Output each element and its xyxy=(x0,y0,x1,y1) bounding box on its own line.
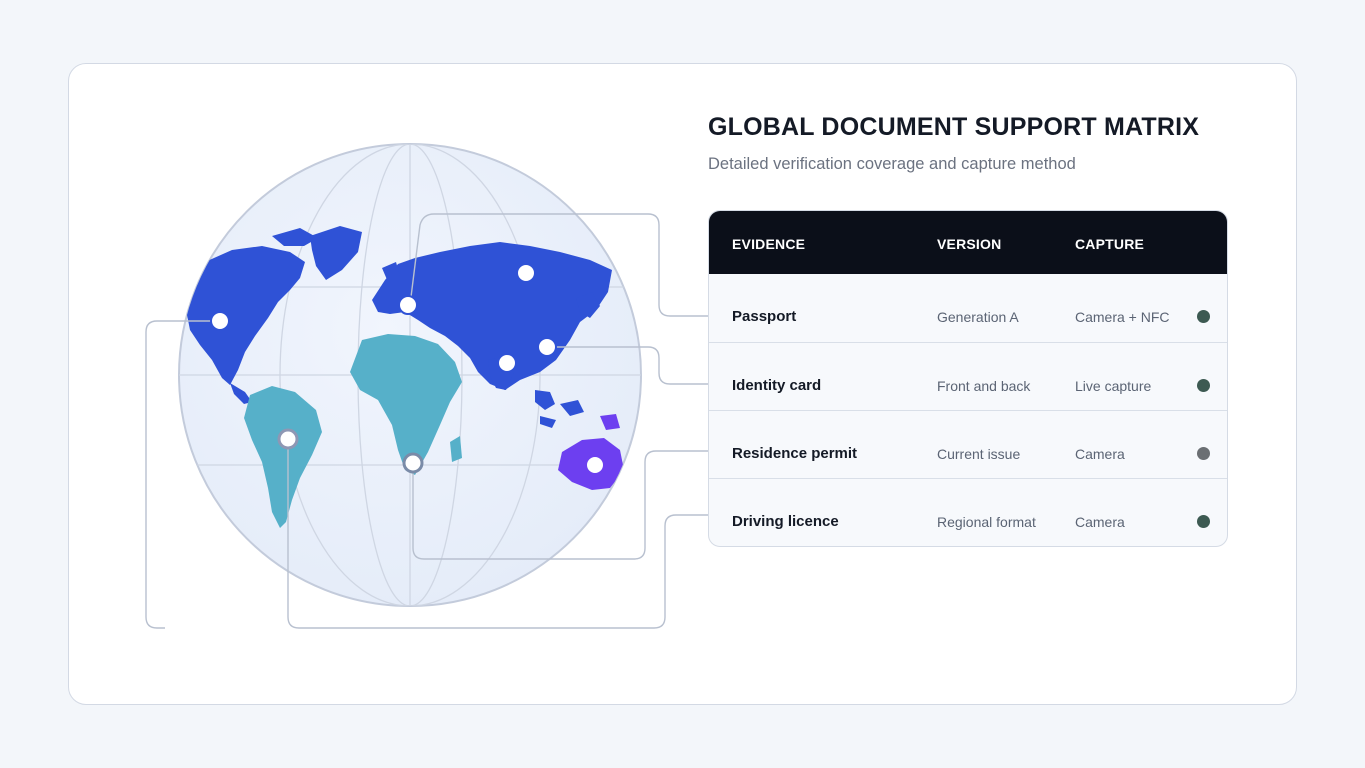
table-body: Passport Generation A Camera + NFC Ident… xyxy=(709,274,1227,546)
column-header-evidence: EVIDENCE xyxy=(732,236,806,252)
table-row: Residence permit Current issue Camera xyxy=(709,410,1227,478)
table-row: Passport Generation A Camera + NFC xyxy=(709,274,1227,342)
cell-evidence: Driving licence xyxy=(732,513,839,530)
cell-version: Generation A xyxy=(937,309,1019,325)
status-dot xyxy=(1197,310,1210,323)
table-header: EVIDENCE VERSION CAPTURE xyxy=(709,211,1227,274)
status-dot xyxy=(1197,447,1210,460)
status-dot xyxy=(1197,379,1210,392)
page-subtitle: Detailed verification coverage and captu… xyxy=(708,155,1076,173)
status-dot xyxy=(1197,515,1210,528)
column-header-capture: CAPTURE xyxy=(1075,236,1145,252)
table-row: Identity card Front and back Live captur… xyxy=(709,342,1227,410)
cell-evidence: Passport xyxy=(732,308,797,325)
cell-capture: Camera xyxy=(1075,446,1125,462)
cell-capture: Camera xyxy=(1075,514,1125,530)
cell-version: Current issue xyxy=(937,446,1021,462)
cell-evidence: Residence permit xyxy=(732,445,858,462)
column-header-version: VERSION xyxy=(937,236,1002,252)
cell-evidence: Identity card xyxy=(732,377,822,394)
cell-capture: Live capture xyxy=(1075,378,1152,394)
document-support-table: EVIDENCE VERSION CAPTURE Passport Genera… xyxy=(708,210,1228,547)
cell-version: Front and back xyxy=(937,378,1031,394)
table-row: Driving licence Regional format Camera xyxy=(709,478,1227,546)
cell-version: Regional format xyxy=(937,514,1036,530)
page-title: GLOBAL DOCUMENT SUPPORT MATRIX xyxy=(708,113,1200,141)
cell-capture: Camera + NFC xyxy=(1075,309,1170,325)
